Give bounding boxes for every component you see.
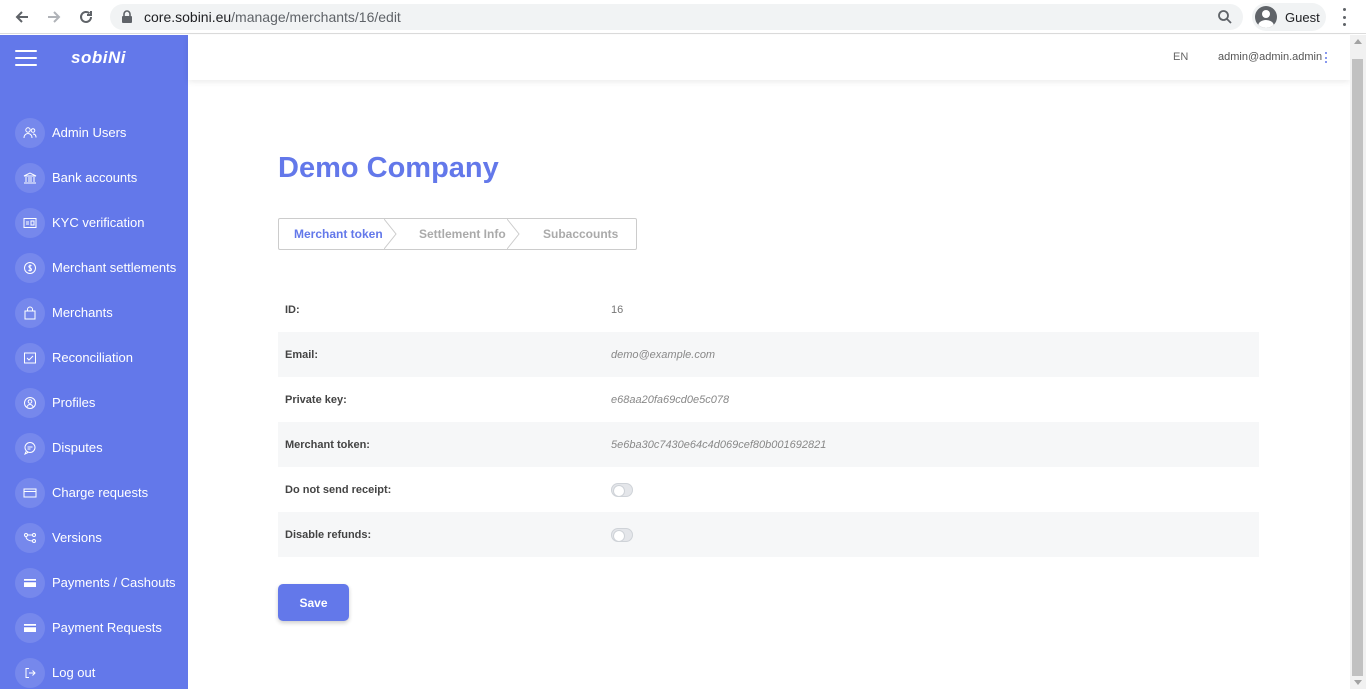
tab-settlement-info[interactable]: Settlement Info: [392, 219, 520, 249]
back-button[interactable]: [6, 1, 38, 33]
card-filled-icon: [15, 567, 45, 598]
sidebar-item-label: KYC verification: [52, 215, 145, 230]
field-label: Merchant token:: [285, 438, 370, 451]
reload-icon: [80, 10, 92, 23]
table-row: Merchant token: 5e6ba30c7430e64c4d069cef…: [278, 422, 1259, 467]
save-button[interactable]: Save: [278, 584, 349, 621]
field-label: Private key:: [285, 393, 347, 406]
table-row: Email: demo@example.com: [278, 332, 1259, 377]
arrow-left-icon: [15, 11, 28, 23]
merchant-id-value: 16: [611, 303, 624, 316]
forward-button[interactable]: [38, 1, 70, 33]
private-key-value: e68aa20fa69cd0e5c078: [611, 393, 730, 406]
chat-bubble-icon: [15, 432, 45, 463]
sidebar-item-label: Reconciliation: [52, 350, 133, 365]
dollar-coin-icon: [15, 252, 45, 283]
card-filled-icon: [15, 612, 45, 643]
shopping-bag-icon: [15, 297, 45, 328]
reload-button[interactable]: [70, 1, 102, 33]
user-email[interactable]: admin@admin.admin: [1218, 51, 1322, 63]
branch-icon: [15, 522, 45, 553]
merchant-token-value: 5e6ba30c7430e64c4d069cef80b001692821: [611, 438, 827, 451]
profile-button[interactable]: Guest: [1252, 3, 1326, 31]
address-bar[interactable]: core.sobini.eu/manage/merchants/16/edit: [110, 4, 1243, 30]
browser-menu-icon[interactable]: [1336, 8, 1352, 26]
user-circle-icon: [15, 387, 45, 418]
scroll-down-arrow-icon[interactable]: [1354, 680, 1362, 685]
sidebar-header: sobiNi: [0, 35, 188, 80]
sidebar-item-profiles[interactable]: Profiles: [0, 380, 188, 425]
profile-name: Guest: [1285, 9, 1320, 25]
logout-icon: [15, 657, 45, 688]
sidebar-item-reconciliation[interactable]: Reconciliation: [0, 335, 188, 380]
sidebar-item-label: Merchants: [52, 305, 113, 320]
sidebar-item-label: Payment Requests: [52, 620, 162, 635]
search-icon[interactable]: [1217, 9, 1233, 25]
lock-icon: [122, 10, 132, 23]
browser-toolbar: core.sobini.eu/manage/merchants/16/edit …: [0, 0, 1366, 34]
sidebar-item-label: Payments / Cashouts: [52, 575, 176, 590]
sidebar-item-bank-accounts[interactable]: Bank accounts: [0, 155, 188, 200]
sidebar-item-label: Merchant settlements: [52, 260, 177, 275]
do-not-send-receipt-toggle[interactable]: [611, 482, 633, 497]
sidebar-item-label: Profiles: [52, 395, 96, 410]
field-label: Do not send receipt:: [285, 483, 392, 496]
top-header: EN admin@admin.admin: [188, 35, 1350, 80]
sidebar-item-merchants[interactable]: Merchants: [0, 290, 188, 335]
sidebar-item-label: Admin Users: [52, 125, 127, 140]
sidebar-menu: Admin Users Bank accounts KYC verificati…: [0, 110, 188, 689]
language-selector[interactable]: EN: [1173, 51, 1188, 63]
disable-refunds-toggle[interactable]: [611, 527, 633, 542]
hamburger-icon[interactable]: [15, 49, 37, 66]
id-card-icon: [15, 207, 45, 238]
avatar-icon: [1255, 6, 1277, 28]
table-row: Private key: e68aa20fa69cd0e5c078: [278, 377, 1259, 422]
tab-label: Merchant token: [294, 227, 383, 241]
sidebar-item-merchant-settlements[interactable]: Merchant settlements: [0, 245, 188, 290]
merchant-details-table: ID: 16 Email: demo@example.com Private k…: [278, 287, 1259, 557]
sidebar-item-label: Bank accounts: [52, 170, 138, 185]
sidebar-item-payments-cashouts[interactable]: Payments / Cashouts: [0, 560, 188, 605]
scroll-thumb[interactable]: [1352, 59, 1363, 676]
sidebar-item-versions[interactable]: Versions: [0, 515, 188, 560]
tabs: Merchant token Settlement Info Subaccoun…: [278, 218, 637, 250]
sidebar-item-label: Charge requests: [52, 485, 149, 500]
sidebar-item-kyc-verification[interactable]: KYC verification: [0, 200, 188, 245]
sidebar-item-log-out[interactable]: Log out: [0, 650, 188, 689]
sidebar-item-payment-requests[interactable]: Payment Requests: [0, 605, 188, 650]
table-row: Do not send receipt:: [278, 467, 1259, 512]
checklist-icon: [15, 342, 45, 373]
tab-merchant-token[interactable]: Merchant token: [279, 219, 397, 249]
tab-label: Settlement Info: [419, 227, 506, 241]
sidebar-item-admin-users[interactable]: Admin Users: [0, 110, 188, 155]
sidebar-item-label: Log out: [52, 665, 96, 680]
page-title: Demo Company: [278, 152, 499, 184]
url-text: core.sobini.eu/manage/merchants/16/edit: [144, 9, 401, 25]
page-scrollbar[interactable]: [1350, 35, 1366, 689]
field-label: Email:: [285, 348, 319, 361]
table-row: Disable refunds:: [278, 512, 1259, 557]
email-value: demo@example.com: [611, 348, 716, 361]
tab-label: Subaccounts: [543, 227, 619, 241]
bank-icon: [15, 162, 45, 193]
sidebar-item-disputes[interactable]: Disputes: [0, 425, 188, 470]
sidebar-item-label: Versions: [52, 530, 102, 545]
scroll-up-arrow-icon[interactable]: [1354, 39, 1362, 44]
sidebar-item-charge-requests[interactable]: Charge requests: [0, 470, 188, 515]
brand-logo: sobiNi: [71, 47, 126, 67]
field-label: Disable refunds:: [285, 528, 372, 541]
sidebar-item-label: Disputes: [52, 440, 103, 455]
users-icon: [15, 117, 45, 148]
field-label: ID:: [285, 303, 300, 316]
sidebar: sobiNi Admin Users Bank accounts KYC ver…: [0, 35, 188, 689]
table-row: ID: 16: [278, 287, 1259, 332]
tab-subaccounts[interactable]: Subaccounts: [515, 219, 636, 249]
user-menu-icon[interactable]: [1324, 52, 1328, 63]
card-icon: [15, 477, 45, 508]
arrow-right-icon: [48, 11, 61, 23]
